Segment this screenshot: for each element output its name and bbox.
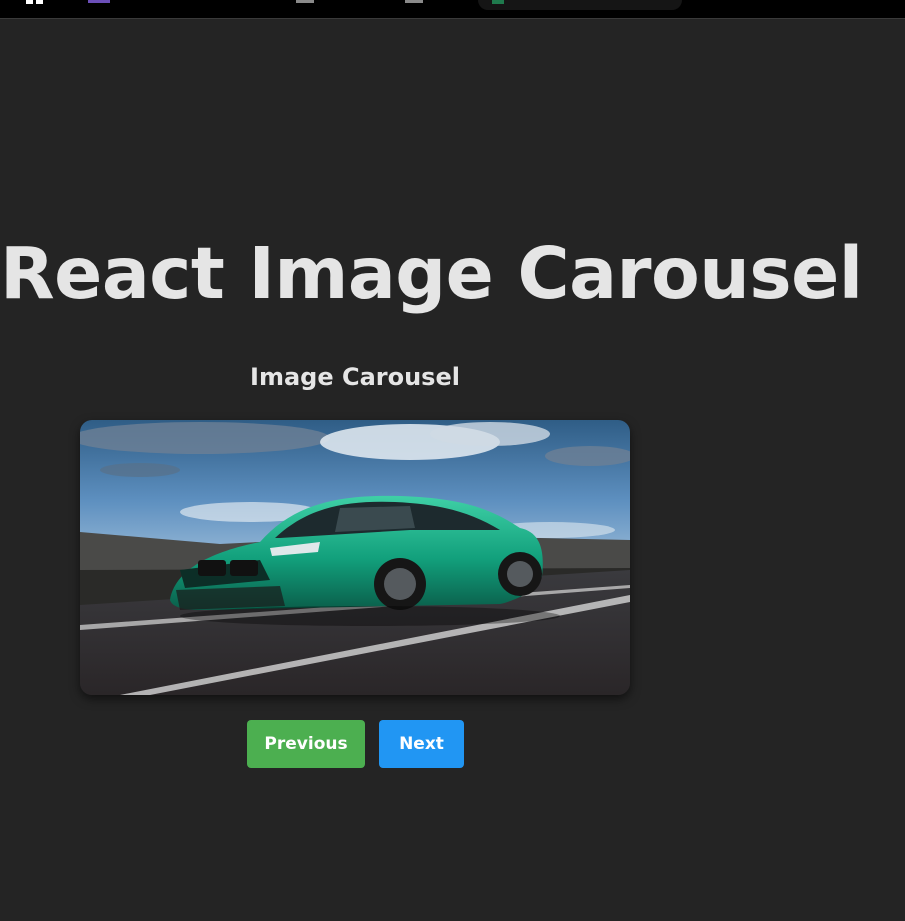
document-icon[interactable] [405, 0, 423, 3]
next-button[interactable]: Next [379, 720, 464, 768]
carousel-image [80, 420, 630, 695]
page-title: React Image Carousel [0, 232, 863, 315]
top-bar [0, 0, 905, 19]
document-icon[interactable] [296, 0, 314, 3]
app-icon[interactable] [88, 0, 110, 3]
carousel-heading: Image Carousel [250, 363, 460, 391]
previous-button[interactable]: Previous [247, 720, 365, 768]
tab-pill[interactable] [478, 0, 682, 10]
app-grid-icon[interactable] [26, 0, 46, 4]
